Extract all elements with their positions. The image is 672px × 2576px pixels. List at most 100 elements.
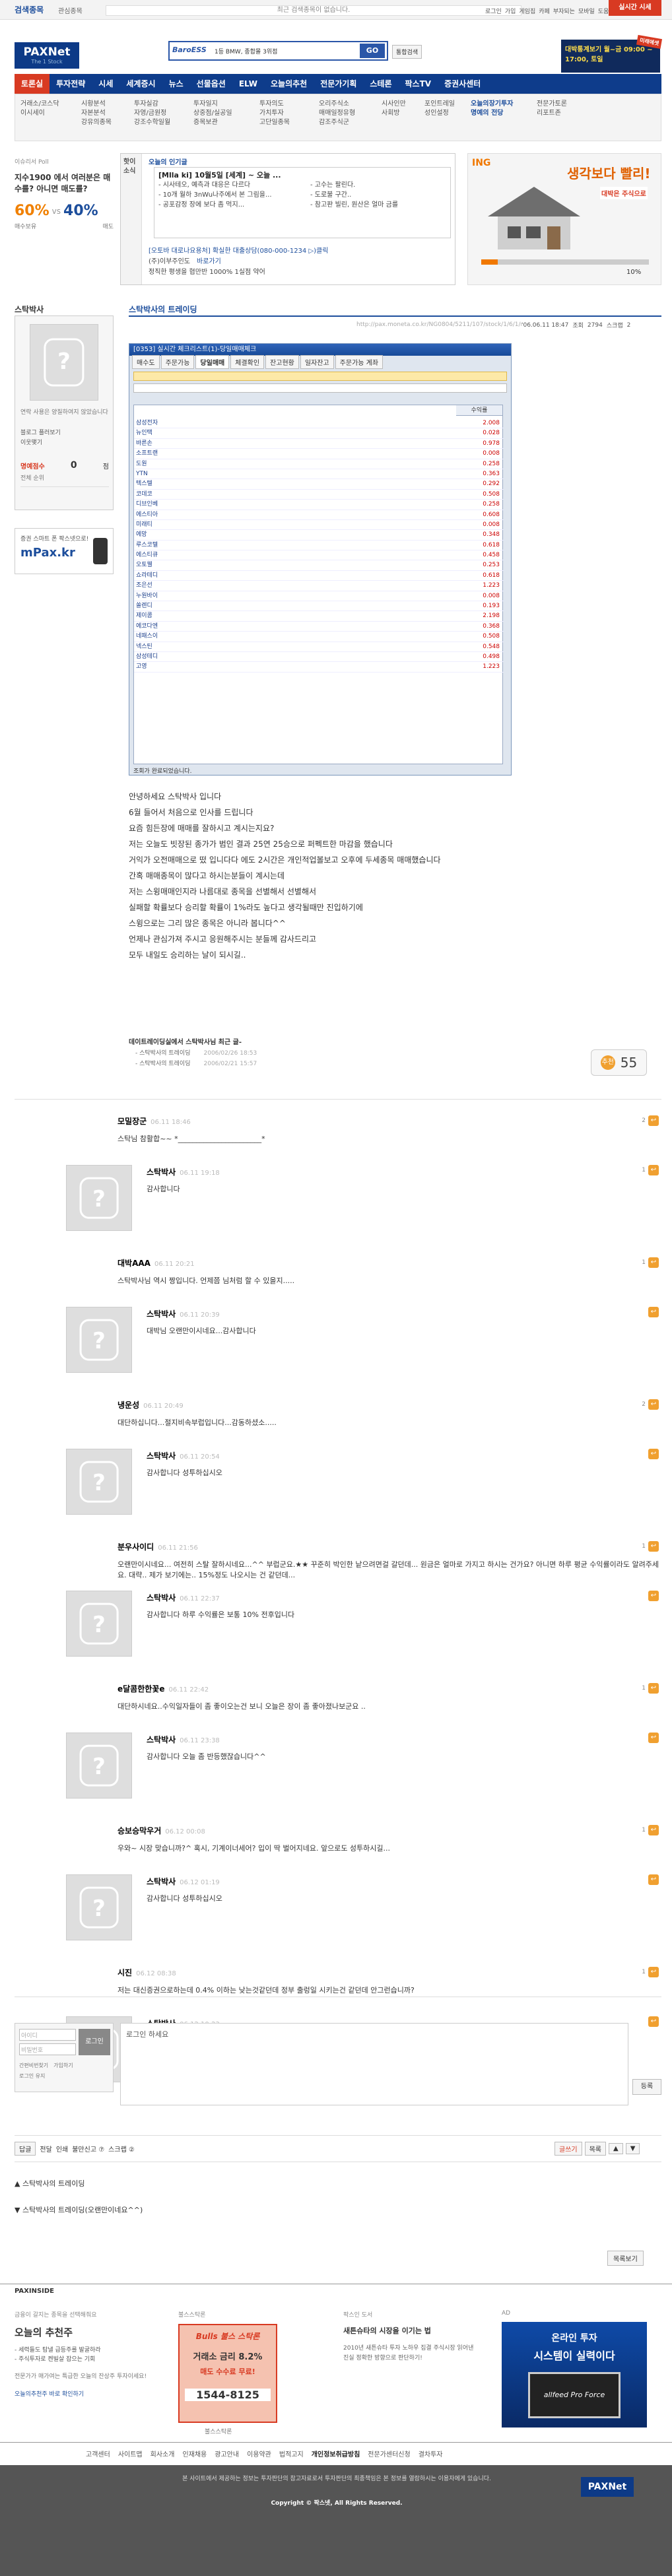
subnav-col-3[interactable]: 투자실감 자영/금원정 강조수학일월 [134, 100, 170, 127]
comment-author[interactable]: e달콤한한꽃e [118, 1684, 164, 1694]
hts-row[interactable]: YTN 0.363 [134, 469, 504, 480]
profile-name[interactable]: 스탁박사 [15, 304, 44, 315]
subnav-link[interactable]: 오늘의장기투자 [471, 100, 513, 109]
subnav-link[interactable]: 감조주식군 [319, 118, 355, 127]
subnav-link[interactable]: 투자실감 [134, 100, 170, 109]
reply-icon[interactable]: ↩ [648, 1449, 659, 1459]
search-ad-text[interactable]: 1등 BMW, 종합몰 3위점 [215, 47, 277, 55]
hts-tab[interactable]: 주문가능 [160, 354, 195, 369]
forward-link[interactable]: 전달 [40, 2144, 51, 2154]
nav-item-strategy[interactable]: 투자전략 [50, 74, 92, 94]
reply-button[interactable]: 답글 [15, 2142, 36, 2156]
subnav-link[interactable]: 성인설정 [424, 109, 455, 118]
hts-row[interactable]: 에망 0.348 [134, 530, 504, 541]
write-button[interactable]: 글쓰기 [554, 2142, 582, 2156]
keep-login-checkbox[interactable]: 로그인 유지 [19, 2072, 45, 2080]
list-button[interactable]: 목록 [584, 2142, 607, 2156]
next-post-link[interactable]: ▼ 스탁박사의 트레이딩(오랜만이네요^^) [15, 2204, 143, 2215]
mpax-banner[interactable]: 증권 스마트 폰 팍스넷으로! mPax.kr [15, 528, 114, 574]
hts-row[interactable]: 에코다엔 0.368 [134, 622, 504, 632]
subnav-link[interactable]: 시황분석 [81, 100, 112, 109]
hts-tab[interactable]: 매수도 [132, 354, 160, 369]
footer-link[interactable]: 사이트맵 [118, 2449, 143, 2459]
reply-icon[interactable]: ↩ [648, 1541, 659, 1552]
nav-item-elw[interactable]: ELW [232, 74, 264, 94]
footer-logo[interactable]: PAXNet [581, 2477, 634, 2497]
nav-item-paxtv[interactable]: 팍스TV [399, 74, 438, 94]
recommend-button[interactable]: 추천 55 [591, 1049, 647, 1076]
loan-ad-line1[interactable]: [오토바 대로나요용처] 확실한 대출상담(080-000-1234 ▷)클릭 [149, 246, 451, 257]
report-link[interactable]: 불만신고 ⑦ [72, 2144, 104, 2154]
nav-item-sturon[interactable]: 스테론 [363, 74, 398, 94]
subnav-link[interactable]: 상중점/실공일 [193, 109, 232, 118]
footer-link[interactable]: 개인정보취급방침 [312, 2449, 360, 2459]
nav-item-futures[interactable]: 선물옵션 [190, 74, 232, 94]
hts-tab[interactable]: 주문가능 계좌 [335, 354, 384, 369]
up-button[interactable]: ▲ [609, 2143, 623, 2154]
hts-row[interactable]: 에스티큐 0.458 [134, 550, 504, 561]
allfeed-ad[interactable]: 온라인 투자 시스템이 실력이다 allfeed Pro Force [502, 2322, 647, 2427]
nav-item-debate[interactable]: 토론실 [15, 74, 50, 94]
loan-ad-link[interactable]: 바로가기 [197, 257, 221, 267]
comment-author[interactable]: 분우사이디 [118, 1542, 154, 1552]
comment-textarea[interactable]: 로그인 하세요 [120, 2023, 628, 2105]
reply-icon[interactable]: ↩ [648, 1967, 659, 1977]
loan-ad[interactable]: [오토바 대로나요용처] 확실한 대출상담(080-000-1234 ▷)클릭 … [149, 246, 451, 278]
stockloan-ad[interactable]: Bulls 불스 스탁론 거래소 금리 8.2% 매도 수수료 무료! 1544… [178, 2324, 277, 2423]
reply-author[interactable]: 스탁박사 [147, 1309, 176, 1319]
hts-tab[interactable]: 체결확인 [230, 354, 265, 369]
realtime-quote-button[interactable]: 실시간 시세 [609, 0, 661, 16]
nav-item-news[interactable]: 뉴스 [162, 74, 190, 94]
footer-link[interactable]: 고객센터 [86, 2449, 110, 2459]
subnav-link[interactable]: 포인트레일 [424, 100, 455, 109]
subnav-link[interactable]: 증목보관 [193, 118, 232, 127]
reply-icon[interactable]: ↩ [648, 1874, 659, 1885]
down-button[interactable]: ▼ [625, 2143, 640, 2154]
reply-icon[interactable]: ↩ [648, 1307, 659, 1317]
hts-tab[interactable]: 당일매매 [195, 354, 230, 369]
inside-s1-link[interactable]: 오늘의추천주 바로 확인하기 [15, 2389, 160, 2398]
hot-issue-item[interactable]: - 10개 월하 3nWu나주에서 본 그림을... [158, 190, 310, 200]
reply-icon[interactable]: ↩ [648, 1591, 659, 1601]
subnav-col-7[interactable]: 시사인만 사회방 [382, 100, 406, 118]
subnav-col-9[interactable]: 오늘의장기투자 명예의 전당 [471, 100, 513, 118]
reply-icon[interactable]: ↩ [648, 1825, 659, 1835]
comment-author[interactable]: 냉운성 [118, 1401, 139, 1410]
view-list-button[interactable]: 목록보기 [607, 2251, 644, 2266]
hts-row[interactable]: 루스코텔 0.618 [134, 541, 504, 551]
loan-ad-line3[interactable]: 정직한 평생을 협만반 1000% 1실점 약어 [149, 267, 451, 278]
search-go-button[interactable]: GO [360, 44, 385, 58]
comment-author[interactable]: 대박AAA [118, 1259, 151, 1268]
subnav-link[interactable]: 강유의종목 [81, 118, 112, 127]
subnav-link[interactable]: 시사인만 [382, 100, 406, 109]
hot-issue-item[interactable]: - 도로불 구간.. [310, 190, 398, 200]
subnav-col-8[interactable]: 포인트레일 성인설정 [424, 100, 455, 118]
subnav-col-6[interactable]: 오리주식소 매매일정유형 감조주식군 [319, 100, 355, 127]
reply-icon[interactable]: ↩ [648, 2016, 659, 2027]
subnav-link[interactable]: 고단일종목 [259, 118, 290, 127]
subnav-link[interactable]: 매매일정유형 [319, 109, 355, 118]
scrap-link[interactable]: 스크랩 ② [108, 2144, 135, 2154]
reply-icon[interactable]: ↩ [648, 1733, 659, 1743]
subnav-link[interactable]: 투자의도 [259, 100, 290, 109]
inside-s2-label[interactable]: 불스스탁론 [205, 2427, 310, 2435]
ing-ad[interactable]: ING 생각보다 빨리! 대박은 주식으로 10% [467, 153, 661, 285]
hts-row[interactable]: 조은선 1.223 [134, 581, 504, 591]
comment-author[interactable]: 승보승막우거 [118, 1826, 161, 1835]
hts-row[interactable]: 코데코 0.508 [134, 490, 504, 500]
subnav-link[interactable]: 전문가토론 [537, 100, 567, 109]
comment-author[interactable]: 시진 [118, 1968, 132, 1977]
hts-row[interactable]: 뉴인택 0.028 [134, 428, 504, 439]
footer-link[interactable]: 법적고지 [279, 2449, 304, 2459]
reply-icon[interactable]: ↩ [648, 1165, 659, 1175]
hot-issue-item[interactable]: - 고수는 팔린다. [310, 180, 398, 190]
hot-issue-item[interactable]: - 참고판 빌린, 원산은 얼마 금를 [310, 200, 398, 210]
subnav-col-1[interactable]: 거래소/코스닥 이시세이 [20, 100, 59, 118]
hts-row[interactable]: 넥스틴 0.548 [134, 642, 504, 652]
cafe-link[interactable]: 카페 [539, 7, 550, 15]
subnav-col-4[interactable]: 투자일지 상중점/실공일 증목보관 [193, 100, 232, 127]
follow-link[interactable]: 이웃맺기 [20, 438, 61, 448]
subnav-link[interactable]: 자본분석 [81, 109, 112, 118]
hts-tab[interactable]: 일자잔고 [300, 354, 334, 369]
hts-row[interactable]: 오토웰 0.253 [134, 560, 504, 571]
